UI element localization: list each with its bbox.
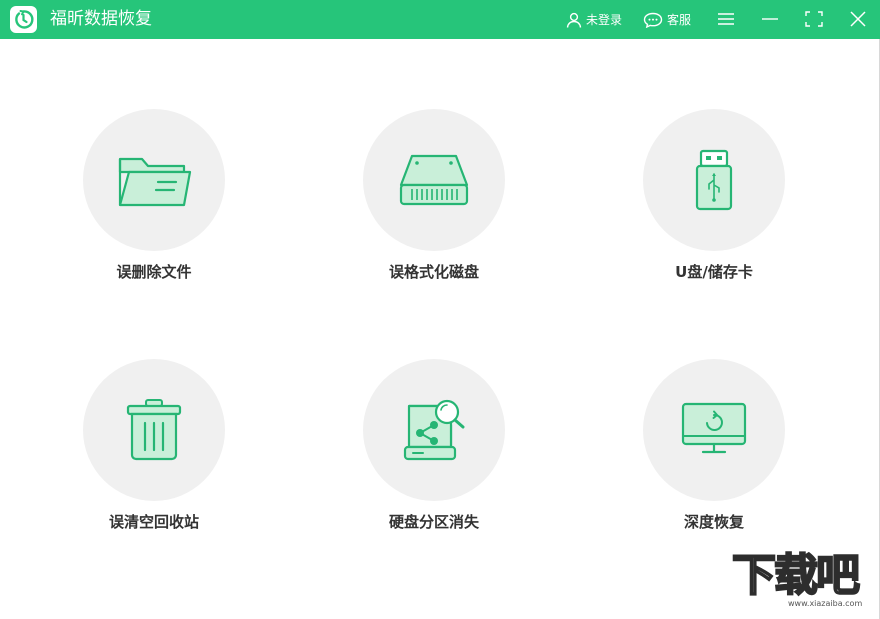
option-formatted-disk[interactable]: 误格式化磁盘: [334, 109, 534, 309]
option-label: 误格式化磁盘: [388, 263, 479, 281]
login-button[interactable]: 未登录: [566, 0, 622, 39]
option-icon-circle: [83, 359, 225, 501]
option-usb-card[interactable]: U盘/储存卡: [614, 109, 814, 309]
option-deep-recovery[interactable]: 深度恢复: [614, 359, 814, 559]
usb-drive-icon: [695, 149, 733, 211]
option-icon-circle: [643, 359, 785, 501]
user-icon: [566, 12, 582, 28]
monitor-restore-icon: [681, 402, 747, 454]
watermark-logo: 下载吧 www.xiazaiba.com: [731, 550, 872, 613]
chat-icon: [643, 12, 663, 28]
support-label: 客服: [667, 13, 692, 27]
disk-partition-search-icon: [403, 399, 465, 461]
minimize-button[interactable]: [755, 4, 785, 34]
close-icon: [850, 11, 866, 27]
option-label: 误清空回收站: [108, 513, 199, 531]
folder-icon: [118, 157, 192, 207]
option-label: 硬盘分区消失: [388, 513, 479, 531]
option-icon-circle: [363, 109, 505, 251]
watermark-text: 下载吧: [731, 550, 861, 602]
app-title: 福昕数据恢复: [50, 9, 152, 29]
minimize-icon: [762, 18, 778, 20]
option-label: 误删除文件: [116, 263, 192, 281]
option-deleted-files[interactable]: 误删除文件: [54, 109, 254, 309]
option-lost-partition[interactable]: 硬盘分区消失: [334, 359, 534, 559]
close-button[interactable]: [843, 4, 873, 34]
option-label: U盘/储存卡: [675, 263, 753, 281]
recycle-bin-icon: [126, 399, 182, 461]
option-icon-circle: [83, 109, 225, 251]
menu-button[interactable]: [711, 4, 741, 34]
menu-icon: [718, 13, 734, 25]
login-label: 未登录: [586, 13, 623, 27]
option-label: 深度恢复: [683, 513, 744, 531]
option-recycle-bin[interactable]: 误清空回收站: [54, 359, 254, 559]
maximize-icon: [805, 11, 823, 27]
option-icon-circle: [643, 109, 785, 251]
title-bar: 福昕数据恢复 未登录 客服: [0, 0, 880, 39]
app-logo-icon: [10, 6, 37, 33]
watermark-url: www.xiazaiba.com: [788, 599, 863, 608]
option-icon-circle: [363, 359, 505, 501]
hard-disk-icon: [399, 154, 469, 206]
maximize-button[interactable]: [799, 4, 829, 34]
support-button[interactable]: 客服: [643, 0, 691, 39]
